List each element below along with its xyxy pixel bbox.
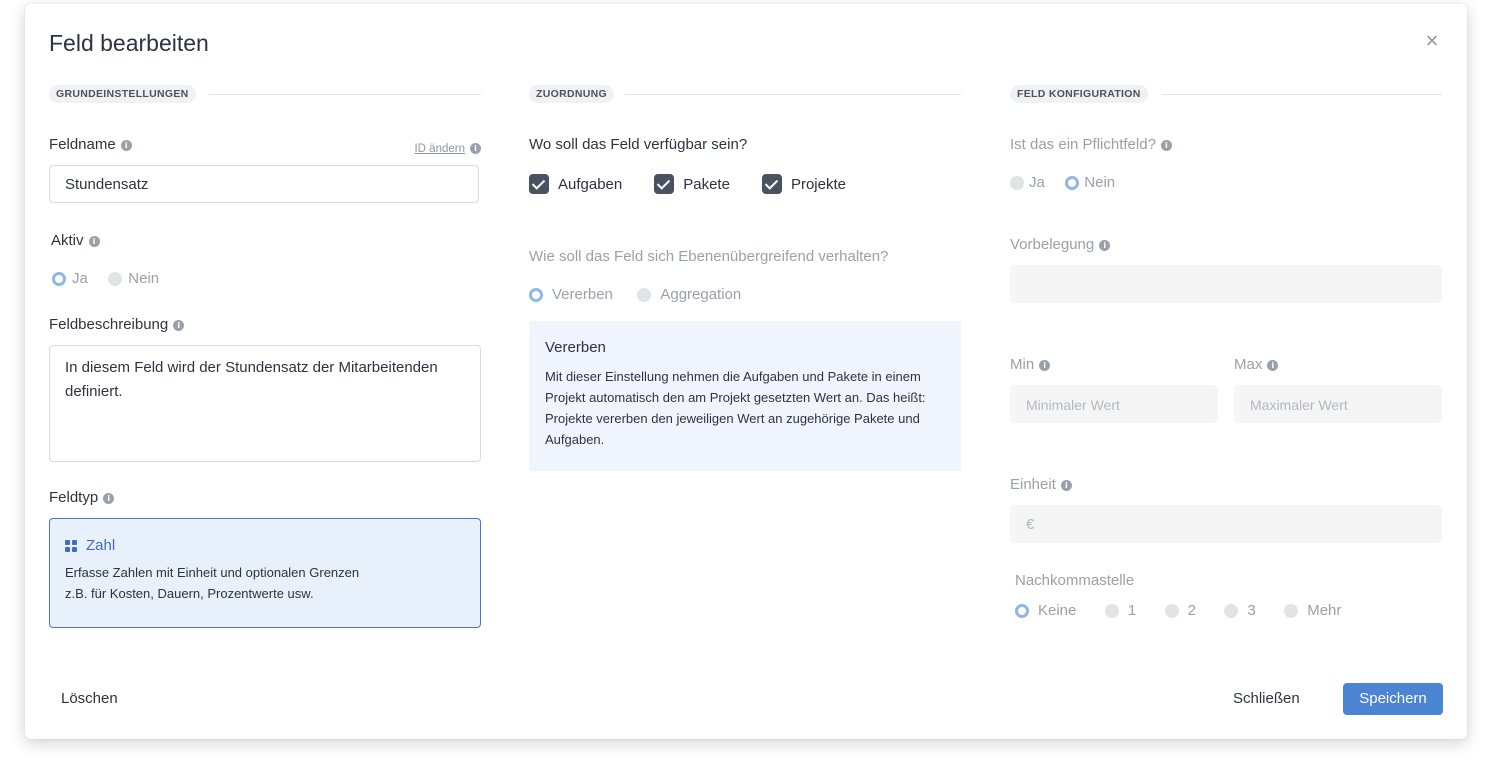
default-label-row: Vorbelegung i: [1010, 236, 1111, 253]
type-label-row: Feldtyp i: [49, 489, 115, 506]
close-icon[interactable]: ×: [1421, 30, 1443, 52]
section-title-basic: GRUNDEINSTELLUNGEN: [49, 85, 196, 103]
radio-icon: [108, 271, 123, 286]
radio-selected-icon: [1065, 175, 1080, 190]
section-divider: [209, 94, 481, 95]
config-column: FELD KONFIGURATION Ist das ein Pflichtfe…: [1010, 84, 1442, 619]
info-icon[interactable]: i: [173, 320, 185, 331]
info-icon[interactable]: i: [1060, 480, 1072, 491]
decimals-radio-group: Keine 1 2 3 Mehr: [1015, 602, 1357, 623]
info-icon[interactable]: i: [88, 236, 100, 247]
unit-input[interactable]: €: [1010, 505, 1442, 543]
checkbox-checked-icon: [529, 174, 549, 194]
field-type-card[interactable]: Zahl Erfasse Zahlen mit Einheit und opti…: [49, 518, 481, 628]
checkbox-projekte[interactable]: Projekte: [761, 174, 846, 194]
radio-selected-icon: [52, 271, 66, 286]
default-label: Vorbelegung: [1010, 236, 1095, 253]
max-input[interactable]: Maximaler Wert: [1234, 385, 1442, 423]
availability-checkbox-group: Aufgaben Pakete Projekte: [529, 174, 878, 194]
info-icon[interactable]: i: [1099, 240, 1111, 251]
type-label: Feldtyp: [49, 489, 99, 506]
info-icon[interactable]: i: [1267, 360, 1279, 371]
checkbox-checked-icon: [654, 174, 675, 194]
radio-icon: [1284, 603, 1299, 618]
dialog-title: Feld bearbeiten: [49, 30, 209, 56]
section-title-config: FELD KONFIGURATION: [1010, 85, 1148, 103]
radio-icon: [637, 287, 652, 302]
decimals-label: Nachkommastelle: [1015, 572, 1135, 589]
required-label-row: Ist das ein Pflichtfeld? i: [1010, 136, 1172, 153]
close-button[interactable]: Schließen: [1233, 690, 1300, 707]
max-label: Max: [1234, 356, 1263, 373]
checkbox-checked-icon: [761, 174, 782, 194]
section-header-basic: GRUNDEINSTELLUNGEN: [49, 84, 481, 104]
info-icon[interactable]: i: [1160, 140, 1172, 151]
fieldname-label-row: Feldname i: [49, 136, 132, 153]
info-box-title: Vererben: [545, 339, 606, 356]
default-value-input[interactable]: [1010, 265, 1442, 303]
description-label: Feldbeschreibung: [49, 316, 169, 333]
unit-label-row: Einheit i: [1010, 476, 1072, 493]
decimals-radio-1[interactable]: 1: [1104, 602, 1136, 619]
active-label-row: Aktiv i: [51, 232, 100, 249]
checkbox-pakete[interactable]: Pakete: [654, 174, 730, 194]
max-label-row: Max i: [1234, 356, 1279, 373]
fieldname-input[interactable]: Stundensatz: [49, 165, 479, 203]
radio-icon: [1164, 603, 1179, 618]
active-label: Aktiv: [51, 232, 84, 249]
section-header-config: FELD KONFIGURATION: [1010, 84, 1442, 104]
radio-icon: [1104, 603, 1119, 618]
required-label: Ist das ein Pflichtfeld?: [1010, 136, 1156, 153]
info-icon[interactable]: i: [470, 143, 481, 154]
radio-icon: [1224, 603, 1239, 618]
section-title-assignment: ZUORDNUNG: [529, 85, 614, 103]
section-header-assignment: ZUORDNUNG: [529, 84, 961, 104]
edit-field-dialog: Feld bearbeiten × GRUNDEINSTELLUNGEN Fel…: [25, 4, 1467, 739]
inheritance-question: Wie soll das Feld sich Ebenenübergreifen…: [529, 248, 889, 265]
field-type-name: Zahl: [86, 537, 116, 554]
change-id-link[interactable]: ID ändern: [414, 143, 465, 155]
field-type-description: Erfasse Zahlen mit Einheit und optionale…: [65, 565, 360, 601]
section-divider: [1162, 94, 1442, 95]
inheritance-radio-vererben[interactable]: Vererben: [529, 286, 613, 303]
field-type-name-row: Zahl: [65, 537, 465, 554]
checkbox-aufgaben[interactable]: Aufgaben: [529, 174, 622, 194]
radio-icon: [1010, 175, 1024, 190]
decimals-radio-mehr[interactable]: Mehr: [1284, 602, 1341, 619]
fieldname-label: Feldname: [49, 136, 116, 153]
inheritance-radio-group: Vererben Aggregation: [529, 286, 757, 307]
section-divider: [625, 94, 961, 95]
save-button[interactable]: Speichern: [1343, 683, 1443, 715]
availability-question: Wo soll das Feld verfügbar sein?: [529, 136, 748, 153]
delete-button[interactable]: Löschen: [61, 690, 118, 707]
info-icon[interactable]: i: [1039, 360, 1051, 371]
active-radio-ja[interactable]: Ja: [52, 270, 88, 287]
basic-settings-column: GRUNDEINSTELLUNGEN Feldname i ID ändern i …: [49, 84, 481, 628]
info-icon[interactable]: i: [120, 140, 132, 151]
min-label: Min: [1010, 356, 1035, 373]
inheritance-radio-aggregation[interactable]: Aggregation: [637, 286, 741, 303]
radio-selected-icon: [529, 287, 543, 302]
min-input[interactable]: Minimaler Wert: [1010, 385, 1218, 423]
grid-icon: [65, 539, 77, 552]
unit-label: Einheit: [1010, 476, 1056, 493]
required-radio-nein[interactable]: Nein: [1065, 174, 1115, 191]
inheritance-info-box: Vererben Mit dieser Einstellung nehmen d…: [529, 321, 961, 471]
active-radio-group: Ja Nein: [52, 270, 175, 291]
change-id-row: ID ändern i: [414, 139, 481, 157]
description-label-row: Feldbeschreibung i: [49, 316, 185, 333]
active-radio-nein[interactable]: Nein: [108, 270, 159, 287]
min-label-row: Min i: [1010, 356, 1051, 373]
description-textarea[interactable]: In diesem Feld wird der Stundensatz der …: [49, 345, 481, 462]
decimals-radio-2[interactable]: 2: [1164, 602, 1196, 619]
info-box-text: Mit dieser Einstellung nehmen die Aufgab…: [545, 369, 926, 447]
info-icon[interactable]: i: [103, 493, 115, 504]
decimals-radio-3[interactable]: 3: [1224, 602, 1256, 619]
radio-selected-icon: [1015, 603, 1029, 618]
assignment-column: ZUORDNUNG Wo soll das Feld verfügbar sei…: [529, 84, 961, 471]
required-radio-ja[interactable]: Ja: [1010, 174, 1045, 191]
required-radio-group: Ja Nein: [1010, 174, 1131, 195]
decimals-radio-keine[interactable]: Keine: [1015, 602, 1076, 619]
